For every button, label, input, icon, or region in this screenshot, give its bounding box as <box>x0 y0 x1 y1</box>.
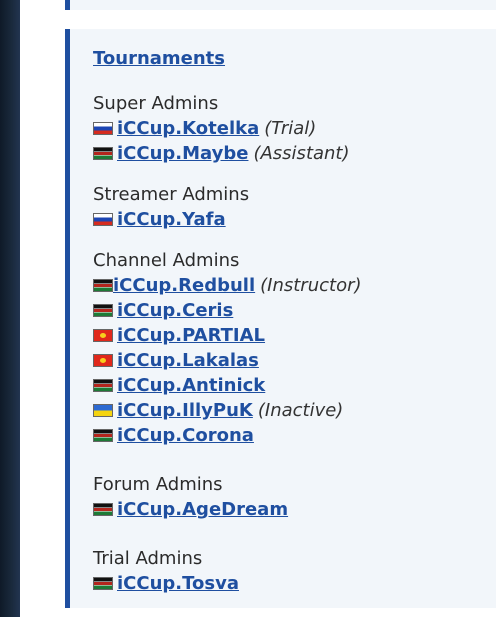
admin-row: iCCup.Lakalas <box>93 348 496 373</box>
kenya-flag-icon <box>93 429 113 442</box>
admins-content: Tournaments Super Admins iCCup.Kotelka (… <box>93 46 496 596</box>
kenya-flag-icon <box>93 577 113 590</box>
admin-link[interactable]: iCCup.IllyPuK <box>117 398 253 423</box>
kyrgyzstan-flag-icon <box>93 354 113 367</box>
russia-flag-icon <box>93 122 113 135</box>
admin-link[interactable]: iCCup.Lakalas <box>117 348 259 373</box>
previous-panel <box>65 0 496 10</box>
russia-flag-icon <box>93 213 113 226</box>
admin-row: iCCup.IllyPuK (Inactive) <box>93 398 496 423</box>
section-title-super-admins: Super Admins <box>93 93 219 114</box>
section-title-channel-admins: Channel Admins <box>93 250 240 271</box>
section-title-streamer-admins: Streamer Admins <box>93 184 250 205</box>
tournaments-link[interactable]: Tournaments <box>93 46 225 72</box>
section-title-trial-admins: Trial Admins <box>93 548 203 569</box>
admin-row: iCCup.PARTIAL <box>93 323 496 348</box>
admin-link[interactable]: iCCup.Yafa <box>117 207 226 232</box>
admin-row: iCCup.AgeDream <box>93 497 496 522</box>
kenya-flag-icon <box>93 279 113 292</box>
kyrgyzstan-flag-icon <box>93 329 113 342</box>
admin-role: (Trial) <box>264 118 317 139</box>
kenya-flag-icon <box>93 304 113 317</box>
admin-link[interactable]: iCCup.Tosva <box>117 571 239 596</box>
admin-link[interactable]: iCCup.Corona <box>117 423 254 448</box>
admin-role: (Assistant) <box>253 143 350 164</box>
admin-row: iCCup.Corona <box>93 423 496 448</box>
kenya-flag-icon <box>93 147 113 160</box>
kenya-flag-icon <box>93 503 113 516</box>
admin-link[interactable]: iCCup.Maybe <box>117 141 248 166</box>
admin-row: iCCup.Kotelka (Trial) <box>93 116 496 141</box>
admin-link[interactable]: iCCup.AgeDream <box>117 497 288 522</box>
admin-role: (Inactive) <box>257 400 344 421</box>
admin-row: iCCup.Ceris <box>93 298 496 323</box>
admin-link[interactable]: iCCup.Antinick <box>117 373 265 398</box>
admin-link[interactable]: iCCup.Kotelka <box>117 116 259 141</box>
admins-panel: Tournaments Super Admins iCCup.Kotelka (… <box>65 29 496 608</box>
admin-row: iCCup.Antinick <box>93 373 496 398</box>
admin-row: iCCup.Yafa <box>93 207 496 232</box>
admin-link[interactable]: iCCup.Ceris <box>117 298 233 323</box>
admin-row: iCCup.Maybe (Assistant) <box>93 141 496 166</box>
section-title-forum-admins: Forum Admins <box>93 474 223 495</box>
admin-role: (Instructor) <box>260 275 362 296</box>
ukraine-flag-icon <box>93 404 113 417</box>
kenya-flag-icon <box>93 379 113 392</box>
admin-link[interactable]: iCCup.PARTIAL <box>117 323 265 348</box>
background-strip <box>0 0 20 617</box>
admin-row: iCCup.Redbull (Instructor) <box>93 273 496 298</box>
admin-row: iCCup.Tosva <box>93 571 496 596</box>
admin-link[interactable]: iCCup.Redbull <box>113 273 255 298</box>
